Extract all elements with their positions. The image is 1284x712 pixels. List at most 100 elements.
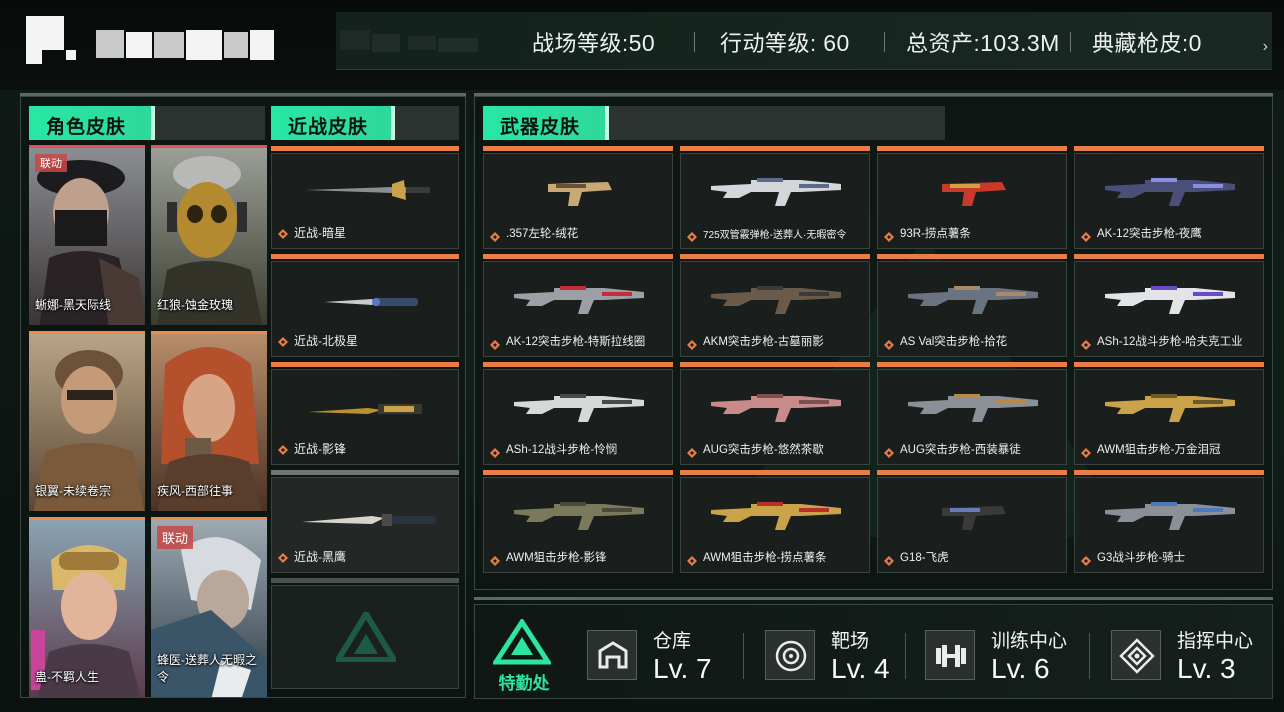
logo-placeholder-icon — [336, 612, 396, 662]
special-ops-logo[interactable]: 特勤处 — [491, 617, 553, 693]
weapon-skin-card[interactable]: AS Val突击步枪-拾花 — [877, 254, 1067, 357]
rarity-bar — [483, 470, 673, 475]
character-name: 蜂医-送葬人无暇之令 — [157, 653, 257, 684]
item-name: 93R-捞点薯条 — [900, 228, 971, 240]
player-stats-bar: 战场等级:50 行动等级: 60 总资产:103.3M 典藏枪皮:0 › — [336, 12, 1272, 70]
divider — [1070, 32, 1071, 52]
item-name: AK-12突击步枪-夜鹰 — [1097, 228, 1202, 240]
rarity-diamond-icon — [278, 445, 288, 455]
rarity-diamond-icon — [687, 445, 697, 458]
weapon-skin-card[interactable]: G18-飞虎 — [877, 470, 1067, 573]
header-tail — [395, 106, 459, 140]
gun-icon — [484, 262, 672, 328]
rarity-bar — [271, 470, 459, 475]
melee-skin-card[interactable]: 近战-暗星 — [271, 146, 459, 249]
weapon-skins-panel: 武器皮肤 .357左轮-绒花 725双管霰弹枪-送葬人·无暇密令 93R-捞点薯条 A… — [474, 96, 1273, 590]
chevron-right-icon[interactable]: › — [1263, 38, 1268, 56]
gun-icon — [1075, 154, 1263, 220]
weapon-skin-card[interactable]: ASh-12战斗步枪-怜悯 — [483, 362, 673, 465]
item-name: AWM狙击步枪-万金泪冠 — [1097, 444, 1221, 456]
facility-command-center[interactable]: 指挥中心 Lv. 3 — [1111, 619, 1271, 689]
weapon-skin-card[interactable]: AWM狙击步枪-影锋 — [483, 470, 673, 573]
divider — [884, 32, 885, 52]
character-card[interactable]: 联动 蜂医-送葬人无暇之令 — [151, 517, 267, 697]
left-panel: 角色皮肤 近战皮肤 联动 蜥娜-黑天际线 红狼-蚀金玫瑰 银翼-未续卷宗 疾风-… — [20, 96, 466, 698]
weapon-skin-card[interactable]: AWM狙击步枪-万金泪冠 — [1074, 362, 1264, 465]
rarity-bar — [271, 578, 459, 583]
rarity-bar — [483, 146, 673, 151]
weapon-skin-card[interactable]: AK-12突击步枪-特斯拉线圈 — [483, 254, 673, 357]
command-icon — [1111, 630, 1161, 680]
gun-icon — [681, 478, 869, 544]
warehouse-icon — [587, 630, 637, 680]
collab-badge: 联动 — [35, 154, 67, 172]
melee-skin-card[interactable]: 近战-影锋 — [271, 362, 459, 465]
character-card[interactable]: 疾风-西部往事 — [151, 331, 267, 511]
rarity-diamond-icon — [278, 553, 288, 563]
target-icon — [765, 630, 815, 680]
weapon-skin-card[interactable]: 93R-捞点薯条 — [877, 146, 1067, 249]
divider — [1089, 633, 1090, 679]
empty-slot — [271, 578, 459, 689]
character-card[interactable]: 蛊-不羁人生 — [29, 517, 145, 697]
gun-icon — [681, 262, 869, 328]
facility-warehouse[interactable]: 仓库 Lv. 7 — [587, 619, 747, 689]
melee-skin-card[interactable]: 近战-北极星 — [271, 254, 459, 357]
knife-icon — [302, 514, 436, 526]
gun-icon — [484, 370, 672, 436]
weapon-skin-card[interactable]: AKM突击步枪-古墓丽影 — [680, 254, 870, 357]
collab-badge: 联动 — [157, 526, 194, 549]
collection-skins-value: 0 — [1188, 30, 1202, 56]
knife-icon — [306, 180, 430, 200]
gun-icon — [1075, 370, 1263, 436]
character-card[interactable]: 银翼-未续卷宗 — [29, 331, 145, 511]
item-name: AUG突击步枪-悠然茶歇 — [703, 444, 824, 456]
rarity-bar — [1074, 254, 1264, 259]
rarity-bar — [877, 254, 1067, 259]
item-name: AUG突击步枪-西装暴徒 — [900, 444, 1021, 456]
character-card[interactable]: 联动 蜥娜-黑天际线 — [29, 145, 145, 325]
knife-icon — [308, 404, 422, 414]
facility-name: 仓库 — [653, 631, 692, 652]
item-name: 近战-影锋 — [294, 442, 346, 456]
character-skins-header: 角色皮肤 — [29, 106, 155, 140]
rarity-diamond-icon — [884, 229, 894, 242]
rarity-diamond-icon — [687, 229, 697, 242]
rarity-diamond-icon — [278, 337, 288, 347]
rarity-bar — [1074, 362, 1264, 367]
rarity-bar — [680, 146, 870, 151]
gun-icon — [878, 370, 1066, 436]
top-bar: 战场等级:50 行动等级: 60 总资产:103.3M 典藏枪皮:0 › — [0, 0, 1284, 90]
weapon-skin-card[interactable]: G3战斗步枪-骑士 — [1074, 470, 1264, 573]
character-name: 红狼-蚀金玫瑰 — [157, 298, 233, 312]
rarity-diamond-icon — [278, 229, 288, 239]
rarity-diamond-icon — [884, 337, 894, 350]
rarity-bar — [877, 362, 1067, 367]
weapon-skin-card[interactable]: AWM狙击步枪-捞点薯条 — [680, 470, 870, 573]
melee-skin-card[interactable]: 近战-黑鹰 — [271, 470, 459, 573]
rarity-diamond-icon — [1081, 229, 1091, 242]
facility-training-center[interactable]: 训练中心 Lv. 6 — [925, 619, 1095, 689]
facility-level: Lv. 6 — [991, 653, 1050, 684]
player-name-redacted — [22, 10, 478, 72]
battlefield-level: 战场等级:50 — [532, 26, 655, 58]
facility-range[interactable]: 靶场 Lv. 4 — [765, 619, 905, 689]
divider — [474, 597, 1273, 600]
weapon-skin-card[interactable]: ASh-12战斗步枪-哈夫克工业 — [1074, 254, 1264, 357]
item-name: AWM狙击步枪-捞点薯条 — [703, 552, 827, 564]
weapon-skin-card[interactable]: AK-12突击步枪-夜鹰 — [1074, 146, 1264, 249]
operation-level-value: 60 — [823, 30, 850, 56]
item-name: AS Val突击步枪-拾花 — [900, 336, 1008, 348]
item-name: G18-飞虎 — [900, 552, 949, 564]
battlefield-level-value: 50 — [628, 30, 656, 56]
rarity-bar — [271, 254, 459, 259]
weapon-skin-card[interactable]: AUG突击步枪-悠然茶歇 — [680, 362, 870, 465]
rarity-diamond-icon — [884, 553, 894, 566]
weapon-skin-card[interactable]: AUG突击步枪-西装暴徒 — [877, 362, 1067, 465]
character-card[interactable]: 红狼-蚀金玫瑰 — [151, 145, 267, 325]
rarity-bar — [271, 362, 459, 367]
weapon-skin-card[interactable]: .357左轮-绒花 — [483, 146, 673, 249]
collection-skins-label: 典藏枪皮: — [1092, 31, 1189, 56]
facilities-bar: 特勤处 仓库 Lv. 7 靶场 Lv. 4 训练中心 Lv. 6 指挥中心 Lv… — [474, 604, 1273, 699]
weapon-skin-card[interactable]: 725双管霰弹枪-送葬人·无暇密令 — [680, 146, 870, 249]
